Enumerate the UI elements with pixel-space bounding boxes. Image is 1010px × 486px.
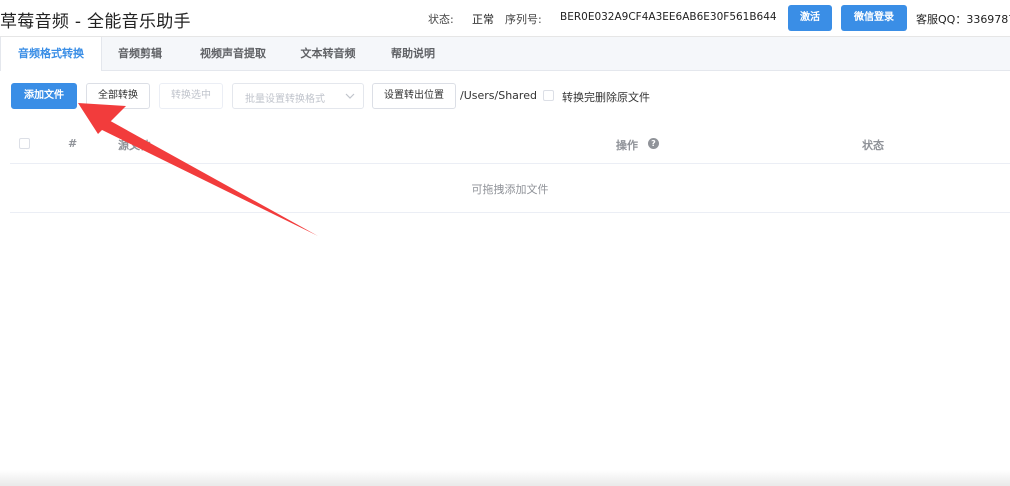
app-header: 草莓音频 - 全能音乐助手 状态: 正常 序列号: BER0E032A9CF4A… (0, 0, 1010, 37)
serial-value: BER0E032A9CF4A3EE6AB6E30F561B644 (560, 11, 777, 23)
table-empty-row[interactable]: 可拖拽添加文件 (10, 164, 1010, 213)
delete-original-label: 转换完删除原文件 (562, 91, 650, 104)
col-operation: 操作 (616, 139, 638, 152)
wechat-login-button[interactable]: 微信登录 (841, 5, 907, 31)
table-header: # 源文件 操作 状态 (10, 125, 1010, 164)
app-title: 草莓音频 - 全能音乐助手 (0, 12, 191, 32)
window-bottom-edge (0, 470, 1010, 486)
convert-all-button[interactable]: 全部转换 (86, 83, 150, 109)
serial-label: 序列号: (505, 13, 542, 26)
activate-button[interactable]: 激活 (788, 5, 832, 31)
tab-video-audio-extract[interactable]: 视频声音提取 (188, 37, 278, 70)
tab-audio-format-convert[interactable]: 音频格式转换 (0, 37, 102, 71)
batch-format-placeholder: 批量设置转换格式 (245, 94, 325, 105)
tab-bar: 音频格式转换 音频剪辑 视频声音提取 文本转音频 帮助说明 (0, 37, 1010, 71)
delete-original-checkbox[interactable] (543, 90, 554, 101)
set-output-location-button[interactable]: 设置转出位置 (372, 83, 456, 109)
question-circle-icon[interactable]: ? (648, 138, 659, 149)
drop-hint: 可拖拽添加文件 (471, 183, 549, 196)
red-arrow-annotation-icon (78, 103, 318, 236)
support-qq: 客服QQ：3369787 (916, 13, 1010, 26)
convert-selected-button[interactable]: 转换选中 (159, 83, 223, 109)
add-file-button[interactable]: 添加文件 (11, 83, 77, 109)
select-all-checkbox[interactable] (19, 138, 30, 149)
chevron-down-icon (345, 93, 355, 99)
output-path: /Users/Shared (460, 89, 537, 102)
col-index: # (68, 137, 78, 150)
tab-text-to-audio[interactable]: 文本转音频 (290, 37, 366, 70)
status-value: 正常 (472, 13, 494, 26)
col-status: 状态 (862, 139, 884, 152)
tab-help[interactable]: 帮助说明 (378, 37, 448, 70)
tab-audio-clip[interactable]: 音频剪辑 (104, 37, 176, 70)
col-source-file: 源文件 (118, 139, 151, 152)
status-label: 状态: (428, 13, 454, 26)
batch-format-select[interactable]: 批量设置转换格式 (232, 83, 364, 109)
